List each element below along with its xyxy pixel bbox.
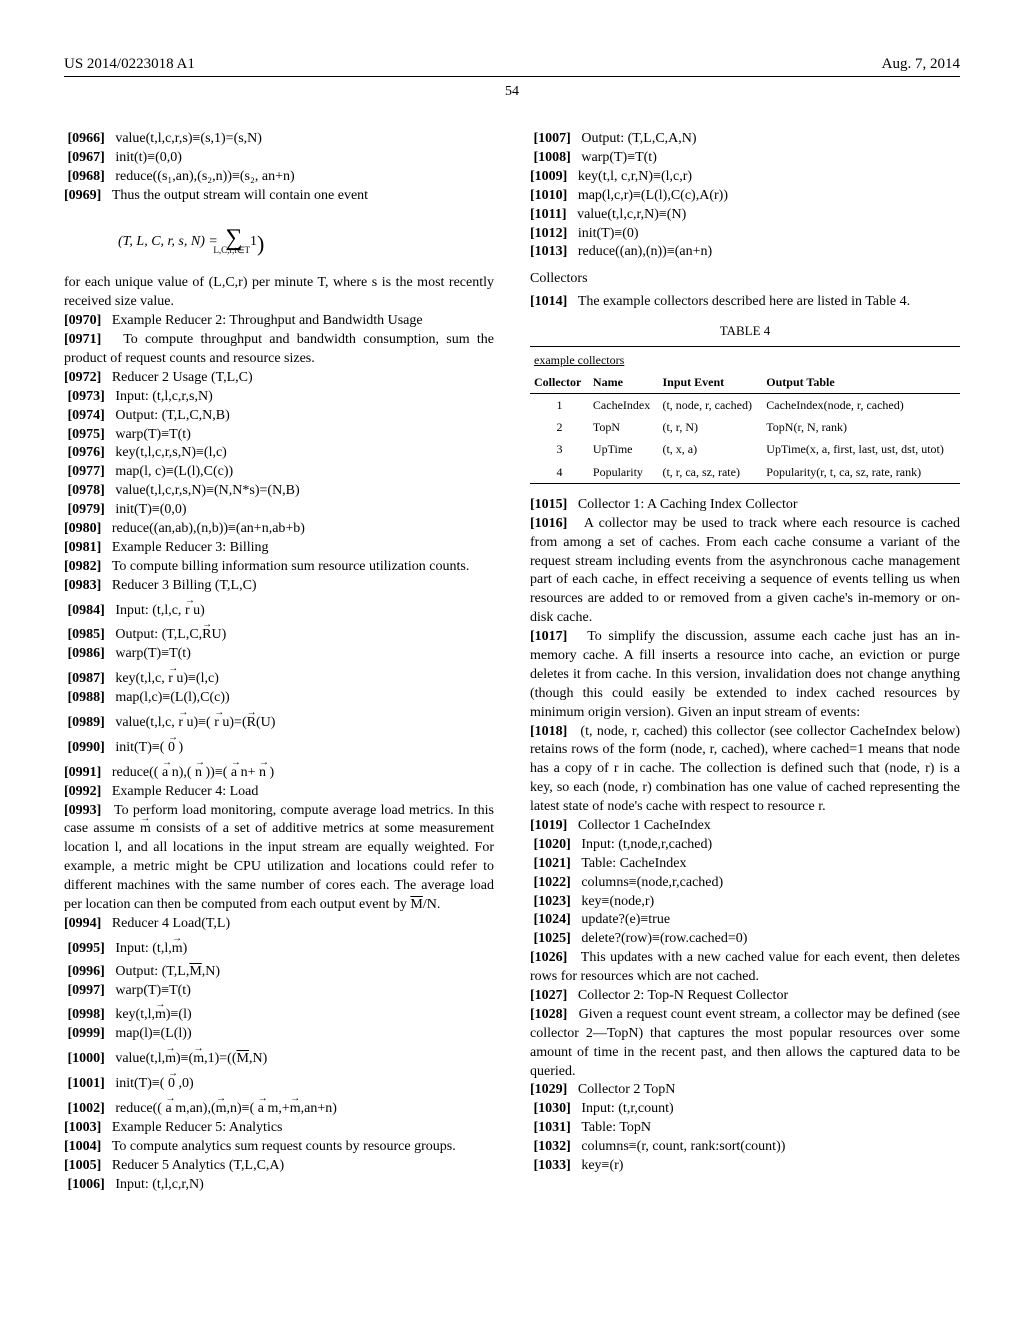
para-1030: [1030] Input: (t,r,count) <box>530 1100 960 1119</box>
para-1008: [1008] warp(T)≡T(t) <box>530 149 960 168</box>
para-0969: [0969] Thus the output stream will conta… <box>64 187 494 206</box>
para-1022: [1022] columns≡(node,r,cached) <box>530 874 960 893</box>
para-1000: [1000] value(t,l,m)≡(m,1)=((M,N) <box>64 1050 494 1069</box>
para-0999: [0999] map(l)≡(L(l)) <box>64 1025 494 1044</box>
para-1017: [1017] To simplify the discussion, assum… <box>530 628 960 722</box>
para-0977: [0977] map(l, c)≡(L(l),C(c)) <box>64 463 494 482</box>
para-1005: [1005] Reducer 5 Analytics (T,L,C,A) <box>64 1157 494 1176</box>
table4-h2: Name <box>589 371 659 394</box>
equation-sum: (T, L, C, r, s, N) = ∑ L,C,r,t∈T 1) <box>118 222 494 259</box>
page: US 2014/0223018 A1 Aug. 7, 2014 54 [0966… <box>0 0 1024 1320</box>
para-1023: [1023] key≡(node,r) <box>530 893 960 912</box>
table-row: 2 TopN (t, r, N) TopN(r, N, rank) <box>530 416 960 438</box>
para-0997: [0997] warp(T)≡T(t) <box>64 982 494 1001</box>
para-0981: [0981] Example Reducer 3: Billing <box>64 539 494 558</box>
para-1026: [1026] This updates with a new cached va… <box>530 949 960 987</box>
para-1025: [1025] delete?(row)≡(row.cached=0) <box>530 930 960 949</box>
para-1006: [1006] Input: (t,l,c,r,N) <box>64 1176 494 1195</box>
para-1018: [1018] (t, node, r, cached) this collect… <box>530 723 960 817</box>
para-1028: [1028] Given a request count event strea… <box>530 1006 960 1082</box>
section-collectors: Collectors <box>530 270 960 289</box>
para-1010: [1010] map(l,c,r)≡(L(l),C(c),A(r)) <box>530 187 960 206</box>
para-0991: [0991] reduce(( a n),( n ))≡( a n+ n ) <box>64 764 494 783</box>
para-0984: [0984] Input: (t,l,c, r u) <box>64 602 494 621</box>
table4-h3: Input Event <box>658 371 762 394</box>
para-0986: [0986] warp(T)≡T(t) <box>64 645 494 664</box>
para-0967: [0967] init(t)≡(0,0) <box>64 149 494 168</box>
table4-h4: Output Table <box>762 371 960 394</box>
para-0966: [0966] value(t,l,c,r,s)≡(s,1)=(s,N) <box>64 130 494 149</box>
para-1002: [1002] reduce(( a m,an),(m,n)≡( a m,+m,a… <box>64 1100 494 1119</box>
para-1031: [1031] Table: TopN <box>530 1119 960 1138</box>
para-0992: [0992] Example Reducer 4: Load <box>64 783 494 802</box>
table4: example collectors Collector Name Input … <box>530 346 960 486</box>
page-number: 54 <box>64 83 960 102</box>
para-0971: [0971] To compute throughput and bandwid… <box>64 331 494 369</box>
para-0968: [0968] reduce((s₁,an),(s₂,n))≡(s₂, an+n) <box>64 168 494 187</box>
table4-caption: TABLE 4 <box>530 322 960 340</box>
para-1001: [1001] init(T)≡( 0 ,0) <box>64 1075 494 1094</box>
para-1012: [1012] init(T)≡(0) <box>530 225 960 244</box>
para-1004: [1004] To compute analytics sum request … <box>64 1138 494 1157</box>
para-0989: [0989] value(t,l,c, r u)≡( r u)=(R(U) <box>64 714 494 733</box>
para-0972: [0972] Reducer 2 Usage (T,L,C) <box>64 369 494 388</box>
para-1024: [1024] update?(e)≡true <box>530 911 960 930</box>
para-0970: [0970] Example Reducer 2: Throughput and… <box>64 312 494 331</box>
publication-date: Aug. 7, 2014 <box>882 54 960 74</box>
para-1029: [1029] Collector 2 TopN <box>530 1081 960 1100</box>
para-1009: [1009] key(t,l, c,r,N)≡(l,c,r) <box>530 168 960 187</box>
para-0975: [0975] warp(T)≡T(t) <box>64 426 494 445</box>
para-0990: [0990] init(T)≡( 0 ) <box>64 739 494 758</box>
para-0988: [0988] map(l,c)≡(L(l),C(c)) <box>64 689 494 708</box>
para-1007: [1007] Output: (T,L,C,A,N) <box>530 130 960 149</box>
para-1011: [1011] value(t,l,c,r,N)≡(N) <box>530 206 960 225</box>
para-0976: [0976] key(t,l,c,r,s,N)≡(l,c) <box>64 444 494 463</box>
para-1019: [1019] Collector 1 CacheIndex <box>530 817 960 836</box>
page-header: US 2014/0223018 A1 Aug. 7, 2014 <box>64 54 960 77</box>
para-0974: [0974] Output: (T,L,C,N,B) <box>64 407 494 426</box>
para-0987: [0987] key(t,l,c, r u)≡(l,c) <box>64 670 494 689</box>
columns: [0966] value(t,l,c,r,s)≡(s,1)=(s,N) [096… <box>64 130 960 1194</box>
para-0996: [0996] Output: (T,L,M,N) <box>64 963 494 982</box>
para-1020: [1020] Input: (t,node,r,cached) <box>530 836 960 855</box>
para-0978: [0978] value(t,l,c,r,s,N)≡(N,N*s)=(N,B) <box>64 482 494 501</box>
para-1027: [1027] Collector 2: Top-N Request Collec… <box>530 987 960 1006</box>
para-0983: [0983] Reducer 3 Billing (T,L,C) <box>64 577 494 596</box>
para-1016: [1016] A collector may be used to track … <box>530 515 960 628</box>
publication-number: US 2014/0223018 A1 <box>64 54 195 74</box>
table-row: 4 Popularity (t, r, ca, sz, rate) Popula… <box>530 461 960 484</box>
para-1033: [1033] key≡(r) <box>530 1157 960 1176</box>
para-1003: [1003] Example Reducer 5: Analytics <box>64 1119 494 1138</box>
table-row: 3 UpTime (t, x, a) UpTime(x, a, first, l… <box>530 438 960 460</box>
para-0980: [0980] reduce((an,ab),(n,b))≡(an+n,ab+b) <box>64 520 494 539</box>
para-0995: [0995] Input: (t,l,m) <box>64 940 494 959</box>
para-0982: [0982] To compute billing information su… <box>64 558 494 577</box>
para-1021: [1021] Table: CacheIndex <box>530 855 960 874</box>
right-column: [1007] Output: (T,L,C,A,N) [1008] warp(T… <box>530 130 960 1194</box>
table-row: 1 CacheIndex (t, node, r, cached) CacheI… <box>530 394 960 417</box>
para-0994: [0994] Reducer 4 Load(T,L) <box>64 915 494 934</box>
para-0985: [0985] Output: (T,L,C,RU) <box>64 626 494 645</box>
para-1032: [1032] columns≡(r, count, rank:sort(coun… <box>530 1138 960 1157</box>
para-1013: [1013] reduce((an),(n))≡(an+n) <box>530 243 960 262</box>
table4-h1: Collector <box>530 371 589 394</box>
para-0993: [0993] To perform load monitoring, compu… <box>64 802 494 915</box>
para-for-each: for each unique value of (L,C,r) per min… <box>64 274 494 312</box>
para-1015: [1015] Collector 1: A Caching Index Coll… <box>530 496 960 515</box>
para-0979: [0979] init(T)≡(0,0) <box>64 501 494 520</box>
left-column: [0966] value(t,l,c,r,s)≡(s,1)=(s,N) [096… <box>64 130 494 1194</box>
para-0998: [0998] key(t,l,m)≡(l) <box>64 1006 494 1025</box>
para-1014: [1014] The example collectors described … <box>530 293 960 312</box>
para-0973: [0973] Input: (t,l,c,r,s,N) <box>64 388 494 407</box>
